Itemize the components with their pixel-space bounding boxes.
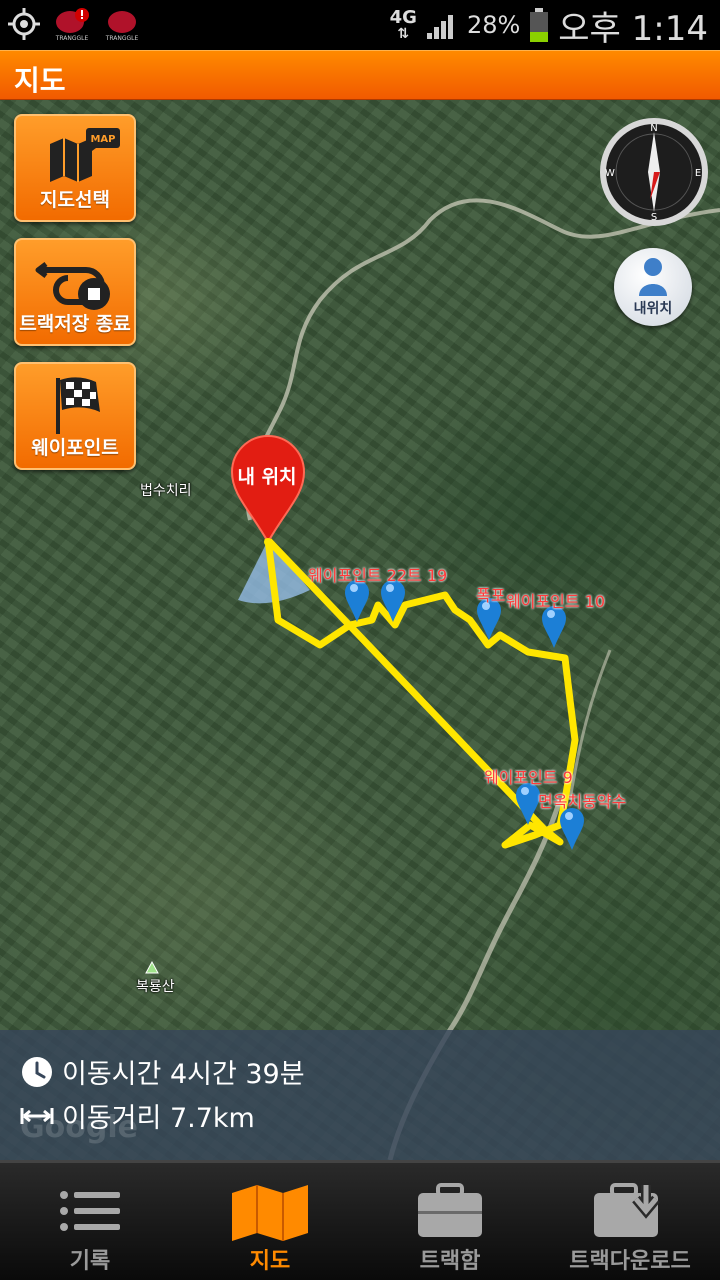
my-location-button[interactable]: 내위치 <box>614 248 692 326</box>
track-info-panel: 이동시간 4시간 39분 이동거리 7.7km Google <box>0 1030 720 1160</box>
tab-records-label: 기록 <box>69 1249 111 1274</box>
map-icon: MAP <box>50 128 120 182</box>
waypoint-pin[interactable] <box>542 606 566 648</box>
person-icon <box>639 258 667 296</box>
travel-time: 이동시간 4시간 39분 <box>62 1059 305 1090</box>
list-icon <box>60 1191 120 1231</box>
place-label-mountain: 복룡산 <box>136 979 175 995</box>
place-label-village: 법수치리 <box>140 483 192 499</box>
track-stop-icon <box>35 262 110 310</box>
tab-track-download[interactable]: 트랙다운로드 <box>540 1163 720 1280</box>
status-bar: TRANGGLE TRANGGLE 4G ⇅ 28% 오후 1:14 <box>0 0 720 50</box>
select-map-button[interactable]: MAP 지도선택 <box>14 114 136 222</box>
svg-text:TRANGGLE: TRANGGLE <box>55 35 89 42</box>
waypoint-button[interactable]: 웨이포인트 <box>14 362 136 470</box>
battery-icon <box>530 8 549 42</box>
svg-text:W: W <box>605 168 615 179</box>
waypoint-pin[interactable] <box>560 808 584 850</box>
end-track-save-button[interactable]: 트랙저장 종료 <box>14 238 136 346</box>
my-location-pin-label: 내 위치 <box>237 466 297 488</box>
svg-text:TRANGGLE: TRANGGLE <box>105 35 139 42</box>
page-title: 지도 <box>14 64 66 97</box>
trangle-icon: TRANGGLE <box>105 11 139 42</box>
map-icon <box>232 1185 308 1241</box>
waypoint-label: 면옥치동약수 <box>538 792 627 811</box>
waypoint-label: 웨이포인트 9 <box>484 768 573 787</box>
battery-percent: 28% <box>466 11 521 39</box>
tab-map-label: 지도 <box>249 1249 291 1274</box>
map-view[interactable]: 내 위치 법수치리 복룡산 웨이포인트 22트 19 폭포 웨이포인트 10 웨… <box>0 100 720 1160</box>
waypoint-label: 웨이포인트 10 <box>506 592 606 611</box>
mountain-marker-icon <box>145 960 159 974</box>
waypoint-label: 웨이포인트 <box>31 437 119 459</box>
svg-text:S: S <box>651 212 657 223</box>
tab-trackbox[interactable]: 트랙함 <box>360 1163 540 1280</box>
tab-map[interactable]: 지도 <box>180 1163 360 1280</box>
network-type: 4G ⇅ <box>389 7 417 42</box>
svg-text:E: E <box>695 168 701 179</box>
travel-time-row: 이동시간 4시간 39분 <box>20 1052 305 1091</box>
clock-icon <box>22 1056 52 1087</box>
download-briefcase-icon <box>594 1183 660 1237</box>
bottom-nav: 기록 지도 트랙함 트랙다운로드 <box>0 1160 720 1280</box>
waypoint-label: 폭포 <box>476 586 506 605</box>
tab-trackbox-label: 트랙함 <box>419 1249 481 1274</box>
select-map-label: 지도선택 <box>40 189 110 211</box>
clock: 오후 1:14 <box>558 8 708 49</box>
google-watermark: Google <box>20 1110 138 1145</box>
gps-icon <box>8 8 40 40</box>
svg-text:MAP: MAP <box>90 134 115 145</box>
waypoint-pin[interactable] <box>345 580 369 622</box>
tab-track-download-label: 트랙다운로드 <box>569 1249 691 1274</box>
end-track-save-label: 트랙저장 종료 <box>19 313 131 335</box>
compass-icon[interactable]: N S E W <box>598 116 710 228</box>
title-bar: 지도 <box>0 50 720 100</box>
checkered-flag-icon <box>56 377 100 434</box>
tab-records[interactable]: 기록 <box>0 1163 180 1280</box>
signal-icon <box>426 15 453 39</box>
system-icons: 4G ⇅ 28% 오후 1:14 <box>389 4 708 49</box>
my-location-pin[interactable] <box>230 435 306 546</box>
my-location-label: 내위치 <box>633 301 673 317</box>
trangle-alert-icon: TRANGGLE <box>55 8 89 42</box>
waypoint-label: 웨이포인트 22트 19 <box>308 566 448 585</box>
briefcase-icon <box>418 1183 482 1237</box>
notification-icons: TRANGGLE TRANGGLE <box>6 6 142 42</box>
svg-text:N: N <box>650 123 657 134</box>
